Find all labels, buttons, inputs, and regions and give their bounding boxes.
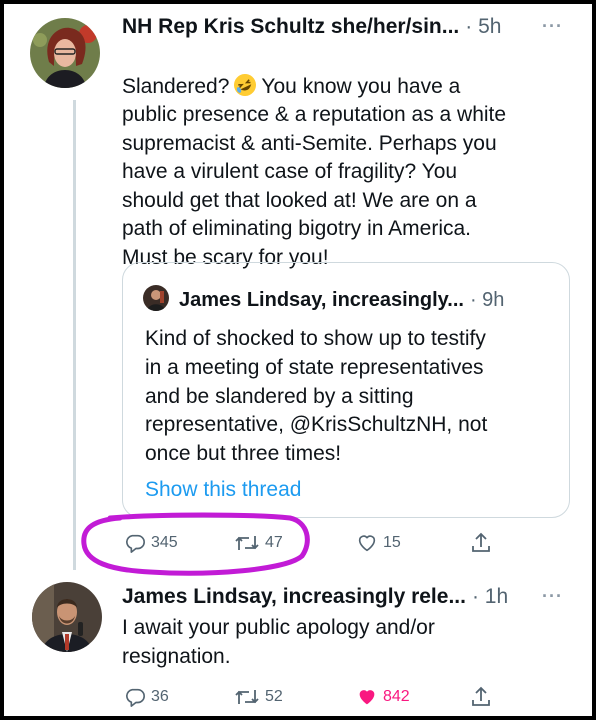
tweet-header: James Lindsay, increasingly rele... · 1h	[122, 584, 508, 610]
tweet-text-start: Slandered?	[122, 74, 230, 98]
tweet-header: NH Rep Kris Schultz she/her/sin... · 5h	[122, 14, 501, 40]
quoted-tweet[interactable]: James Lindsay, increasingly... · 9h Kind…	[122, 262, 570, 518]
quoted-author-name[interactable]: James Lindsay, increasingly...	[179, 287, 464, 313]
tweet-thread: NH Rep Kris Schultz she/her/sin... · 5h …	[4, 4, 592, 716]
like-count: 15	[383, 534, 401, 551]
heart-filled-icon	[356, 686, 378, 708]
tweet-text-rest: You know you have a public presence & a …	[122, 74, 507, 269]
retweet-button[interactable]: 52	[234, 686, 283, 708]
like-button[interactable]: 842	[356, 686, 410, 708]
author-name[interactable]: NH Rep Kris Schultz she/her/sin...	[122, 14, 459, 40]
share-button[interactable]	[470, 531, 492, 555]
author-name[interactable]: James Lindsay, increasingly rele...	[122, 584, 466, 610]
reply-icon	[124, 686, 146, 708]
like-button[interactable]: 15	[356, 532, 401, 554]
avatar[interactable]	[30, 18, 100, 88]
retweet-count: 52	[265, 688, 283, 705]
heart-icon	[356, 532, 378, 554]
more-horizontal-icon[interactable]: ···	[542, 16, 563, 37]
like-count: 842	[383, 688, 410, 705]
more-horizontal-icon[interactable]: ···	[542, 586, 563, 607]
tweet-timestamp[interactable]: · 5h	[465, 14, 501, 40]
share-icon	[470, 685, 492, 709]
show-thread-link[interactable]: Show this thread	[145, 477, 301, 503]
tweet-text: Slandered? You know you have a public pre…	[122, 44, 572, 272]
tweet-timestamp[interactable]: · 1h	[472, 584, 508, 610]
tweet-text: I await your public apology and/or resig…	[122, 616, 435, 668]
reply-count: 36	[151, 688, 169, 705]
reply-button[interactable]: 36	[124, 686, 169, 708]
quoted-text: Kind of shocked to show up to testify in…	[145, 327, 488, 466]
share-icon	[470, 531, 492, 555]
quoted-header: James Lindsay, increasingly... · 9h	[179, 287, 504, 313]
share-button[interactable]	[470, 685, 492, 709]
quoted-avatar	[143, 285, 169, 311]
rolling-on-floor-laughing-emoji	[233, 73, 257, 97]
quoted-timestamp[interactable]: · 9h	[470, 287, 504, 313]
retweet-icon	[234, 686, 260, 708]
hand-drawn-highlight-circle	[81, 512, 310, 576]
avatar[interactable]	[32, 582, 102, 652]
thread-connector-line	[73, 100, 76, 570]
